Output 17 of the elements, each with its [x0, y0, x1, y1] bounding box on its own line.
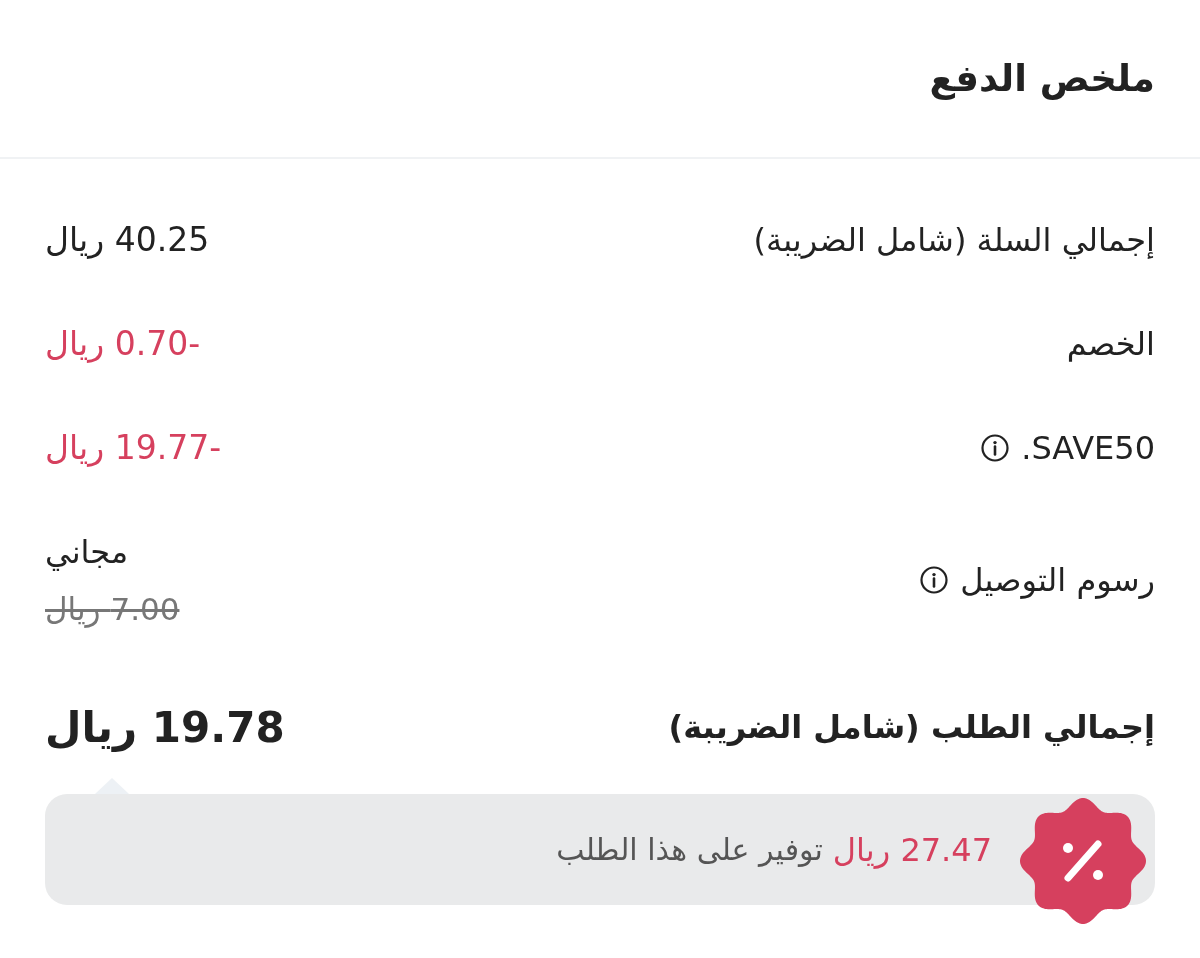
- row-label: SAVE50.: [1021, 428, 1155, 469]
- row-label: إجمالي السلة (شامل الضريبة): [753, 220, 1155, 261]
- summary-title: ملخص الدفع: [929, 55, 1155, 102]
- percent-badge-icon: [1018, 796, 1148, 926]
- row-value: -0.70 ريال: [45, 323, 201, 366]
- row-value: مجاني: [45, 531, 129, 573]
- info-icon[interactable]: [920, 566, 949, 594]
- row-label: الخصم: [1066, 324, 1155, 365]
- savings-text: توفير على هذا الطلب: [556, 831, 823, 869]
- row-value: -19.77 ريال: [45, 427, 222, 470]
- info-icon[interactable]: [981, 434, 1010, 462]
- original-value: 7.00 ريال: [45, 589, 180, 630]
- row-label: رسوم التوصيل: [960, 560, 1155, 601]
- total-value: 19.78 ريال: [45, 701, 285, 754]
- row-value: 40.25 ريال: [45, 219, 210, 262]
- savings-amount: 27.47 ريال: [832, 829, 992, 871]
- total-label: إجمالي الطلب (شامل الضريبة): [668, 707, 1155, 748]
